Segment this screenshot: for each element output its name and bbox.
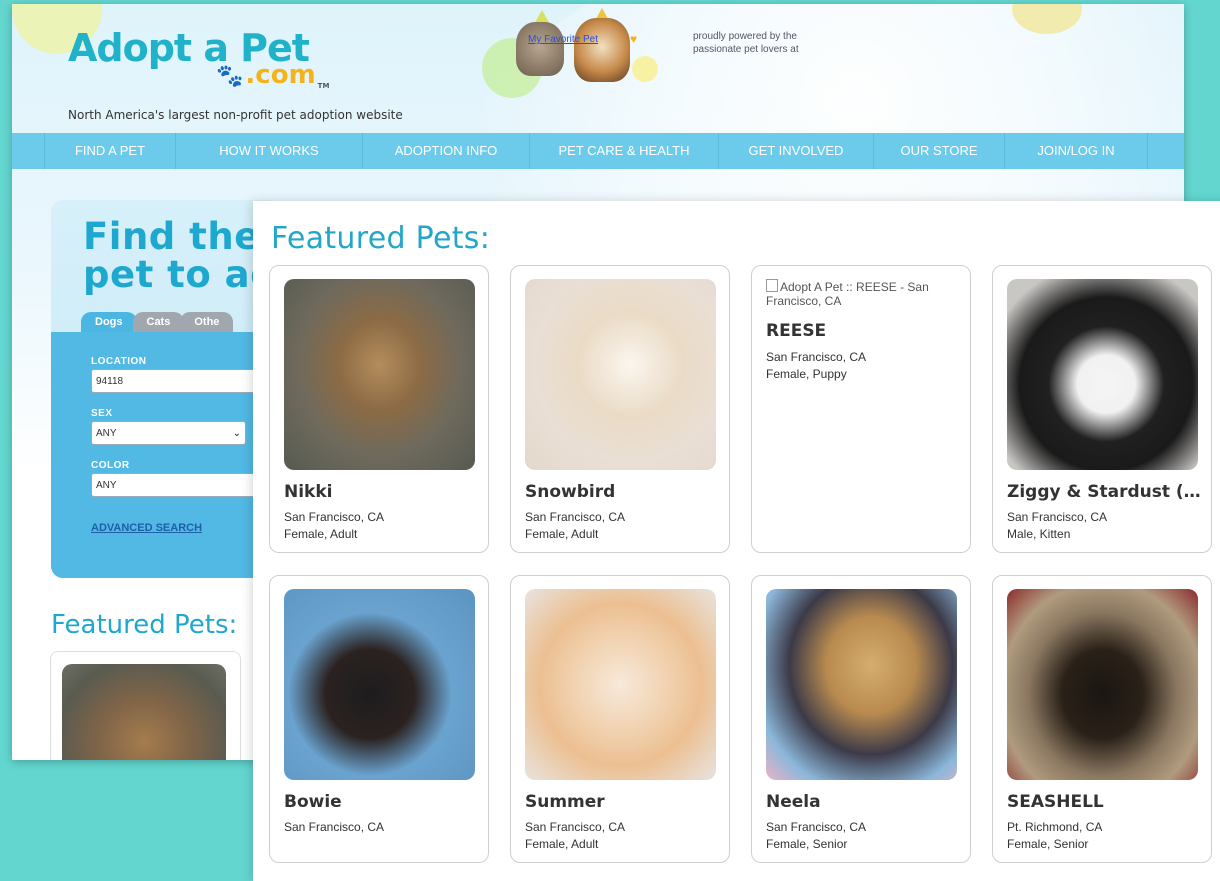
pet-sex-age: Female, Senior — [766, 837, 848, 851]
pet-location: San Francisco, CA — [766, 820, 867, 834]
pet-card[interactable]: Bowie San Francisco, CA — [269, 575, 489, 863]
favorite-pet-promo[interactable]: My Favorite Pet ♥ — [512, 8, 652, 82]
pet-photo — [62, 664, 226, 760]
pet-name[interactable]: REESE — [766, 321, 962, 341]
pet-photo[interactable] — [1007, 589, 1198, 780]
pet-name[interactable]: Neela — [766, 792, 962, 812]
nav-item-get-involved[interactable]: GET INVOLVED — [719, 133, 874, 169]
pet-name[interactable]: Summer — [525, 792, 721, 812]
nav-items: FIND A PET HOW IT WORKS ADOPTION INFO PET C… — [44, 133, 1148, 169]
find-pet-panel: Find the pet to ad Dogs Cats Othe LOCATI… — [51, 200, 281, 578]
pet-location: San Francisco, CA — [766, 350, 867, 364]
pet-card[interactable]: Ziggy & Stardust (… San Francisco, CA Male… — [992, 265, 1212, 553]
pet-type-tabs: Dogs Cats Othe — [81, 312, 234, 332]
location-label: LOCATION — [91, 356, 147, 367]
pet-sex-age: Female, Adult — [284, 527, 358, 541]
tab-cats[interactable]: Cats — [132, 312, 185, 332]
logo-tm: TM — [317, 82, 330, 90]
pet-name[interactable]: Nikki — [284, 482, 480, 502]
logo-domain-text: . — [245, 60, 256, 90]
pet-name[interactable]: Bowie — [284, 792, 480, 812]
find-pet-title: Find the pet to ad — [83, 218, 277, 294]
sex-select[interactable]: ANY ⌄ — [91, 421, 246, 445]
pet-photo[interactable] — [1007, 279, 1198, 470]
featured-pet-card-background[interactable] — [50, 651, 241, 760]
color-input[interactable]: ANY — [91, 473, 271, 497]
pet-photo[interactable] — [525, 279, 716, 470]
pet-photo[interactable] — [525, 589, 716, 780]
pet-location: San Francisco, CA — [284, 510, 385, 524]
pet-sex-age: Female, Adult — [525, 527, 599, 541]
pet-card[interactable]: SEASHELL Pt. Richmond, CA Female, Senior — [992, 575, 1212, 863]
pet-sex-age: Male, Kitten — [1007, 527, 1071, 541]
pet-name[interactable]: Snowbird — [525, 482, 721, 502]
tab-other[interactable]: Othe — [180, 312, 234, 332]
find-title-line2: pet to ad — [83, 253, 278, 296]
sex-select-value: ANY — [96, 428, 117, 439]
favorite-pet-link[interactable]: My Favorite Pet — [528, 34, 598, 45]
pet-card[interactable]: Neela San Francisco, CA Female, Senior — [751, 575, 971, 863]
featured-pets-window: Featured Pets: Nikki San Francisco, CA Fem… — [253, 201, 1220, 881]
featured-pets-heading-background: Featured Pets: — [51, 610, 238, 640]
featured-pets-heading: Featured Pets: — [271, 221, 491, 256]
pet-card[interactable]: Nikki San Francisco, CA Female, Adult — [269, 265, 489, 553]
sex-label: SEX — [91, 408, 113, 419]
dog-photo — [574, 18, 630, 82]
location-input[interactable]: 94118 — [91, 369, 271, 393]
search-form: LOCATION 94118 SEX ANY ⌄ COLOR ANY ADVAN… — [51, 332, 281, 578]
heart-icon: ♥ — [630, 32, 638, 46]
pet-sex-age: Female, Adult — [525, 837, 599, 851]
broken-image-alt[interactable]: Adopt A Pet :: REESE - San Francisco, CA — [766, 279, 956, 308]
tab-dogs[interactable]: Dogs — [81, 312, 137, 332]
logo-domain-label: com — [255, 60, 316, 90]
nav-item-our-store[interactable]: OUR STORE — [874, 133, 1005, 169]
pet-photo[interactable] — [766, 589, 957, 780]
pet-photo[interactable] — [284, 279, 475, 470]
pet-sex-age: Female, Senior — [1007, 837, 1089, 851]
pet-card[interactable]: Adopt A Pet :: REESE - San Francisco, CA… — [751, 265, 971, 553]
find-title-line1: Find the — [83, 215, 260, 258]
pet-location: San Francisco, CA — [525, 820, 626, 834]
pet-location: Pt. Richmond, CA — [1007, 820, 1103, 834]
site-tagline: North America's largest non-profit pet a… — [68, 108, 403, 122]
pet-card[interactable]: Summer San Francisco, CA Female, Adult — [510, 575, 730, 863]
nav-item-join-log-in[interactable]: JOIN/LOG IN — [1005, 133, 1148, 169]
cat-photo — [516, 22, 564, 76]
pet-sex-age: Female, Puppy — [766, 367, 847, 381]
pet-name[interactable]: SEASHELL — [1007, 792, 1203, 812]
main-nav: FIND A PET HOW IT WORKS ADOPTION INFO PET C… — [12, 133, 1184, 169]
nav-item-adoption-info[interactable]: ADOPTION INFO — [363, 133, 530, 169]
paw-icon: 🐾 — [216, 64, 244, 89]
powered-by-text: proudly powered by the passionate pet lo… — [693, 31, 799, 55]
pet-name[interactable]: Ziggy & Stardust (… — [1007, 482, 1203, 502]
pet-location: San Francisco, CA — [1007, 510, 1108, 524]
pet-location: San Francisco, CA — [525, 510, 626, 524]
broken-image-icon — [766, 279, 778, 292]
site-logo-domain[interactable]: 🐾.com TM — [216, 60, 329, 90]
chevron-down-icon: ⌄ — [232, 428, 241, 439]
nav-item-how-it-works[interactable]: HOW IT WORKS — [176, 133, 363, 169]
nav-item-pet-care-health[interactable]: PET CARE & HEALTH — [530, 133, 719, 169]
alt-text: Adopt A Pet :: REESE - San Francisco, CA — [766, 280, 929, 308]
pet-location: San Francisco, CA — [284, 820, 385, 834]
color-label: COLOR — [91, 460, 130, 471]
pet-card[interactable]: Snowbird San Francisco, CA Female, Adult — [510, 265, 730, 553]
pet-photo[interactable] — [284, 589, 475, 780]
advanced-search-link[interactable]: ADVANCED SEARCH — [91, 522, 202, 534]
nav-item-find-a-pet[interactable]: FIND A PET — [44, 133, 176, 169]
